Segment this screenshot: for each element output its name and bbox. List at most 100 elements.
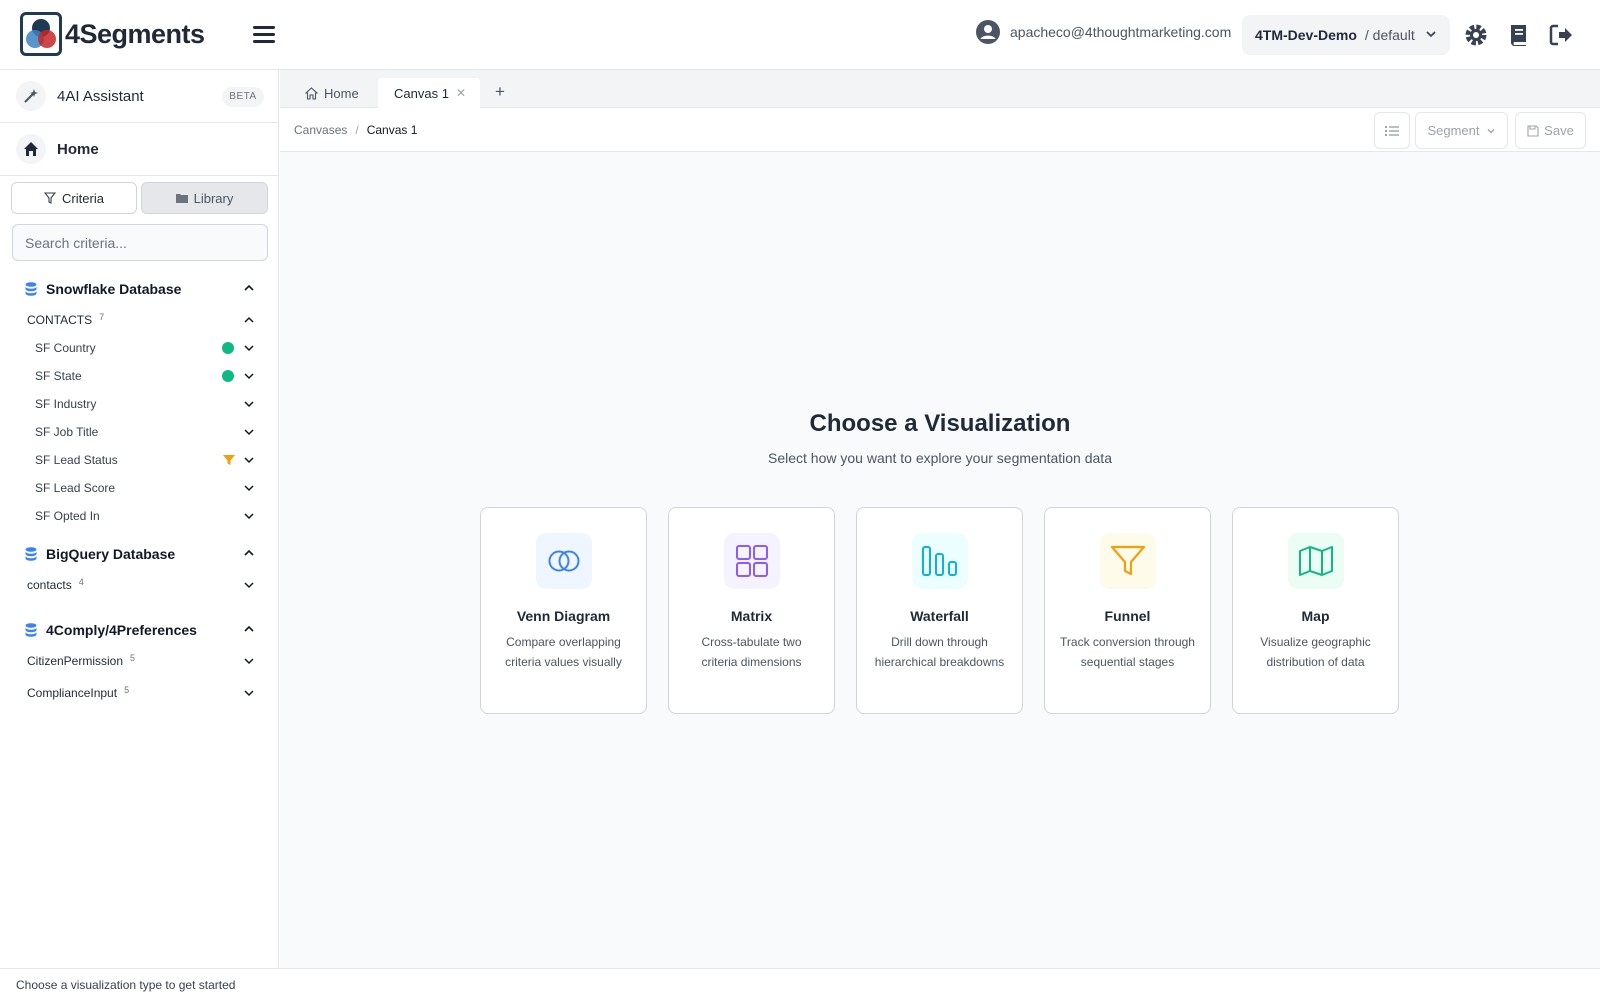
table-row-contacts[interactable]: CONTACTS 7 [27,310,255,330]
segment-dropdown[interactable]: Segment [1415,112,1508,149]
logo-mark-icon [20,12,62,56]
list-icon [1385,125,1399,136]
canvas-area: Choose a Visualization Select how you wa… [280,152,1600,968]
close-icon[interactable]: ✕ [456,86,466,100]
viz-card-title: Map [1301,608,1330,624]
add-tab-icon[interactable]: + [495,82,505,102]
user-email: apacheco@4thoughtmarketing.com [1010,24,1232,40]
chevron-down-icon [244,429,254,436]
tenant-selector[interactable]: 4TM-Dev-Demo / default [1242,15,1450,55]
sidebar-item-home[interactable]: Home [0,123,279,176]
gear-icon[interactable] [1463,22,1489,48]
chevron-down-icon [244,401,254,408]
canvas-toolbar: Canvases / Canvas 1 Segment Save [280,108,1600,152]
chevron-up-icon [244,316,254,323]
chevron-down-icon [1487,128,1494,133]
database-name: Snowflake Database [46,281,182,297]
viz-card-description: Drill down through hierarchical breakdow… [874,635,1005,669]
field-name: SF Country [35,341,96,355]
table-field-count: 7 [99,312,105,322]
funnel-icon [1100,533,1156,589]
viz-card-matrix[interactable]: Matrix Cross-tabulate two criteria dimen… [668,507,835,714]
breadcrumb-canvases[interactable]: Canvases [294,123,347,137]
field-row-sf-country[interactable]: SF Country [35,338,255,358]
field-row-sf-opted-in[interactable]: SF Opted In [35,506,255,526]
home-icon [305,86,318,100]
active-criteria-badge [222,370,234,382]
database-header-snowflake[interactable]: Snowflake Database [25,278,255,300]
field-name: SF Industry [35,397,97,411]
field-row-sf-lead-score[interactable]: SF Lead Score [35,478,255,498]
viz-card-title: Matrix [730,608,773,624]
table-row-contacts[interactable]: contacts 4 [27,575,255,595]
viz-card-description: Track conversion through sequential stag… [1060,635,1195,669]
library-tab-button[interactable]: Library [141,182,268,214]
field-name: SF Opted In [35,509,100,523]
field-name: SF State [35,369,82,383]
magic-wand-icon [16,81,46,111]
table-field-count: 5 [130,653,136,663]
viz-card-title: Waterfall [910,608,969,624]
filter-icon [223,455,235,465]
table-name: CONTACTS [27,313,93,327]
field-name: SF Job Title [35,425,99,439]
criteria-tab-button[interactable]: Criteria [11,182,137,214]
database-icon [25,282,37,296]
app-logo[interactable]: 4Segments [20,12,205,56]
tab-canvas-1[interactable]: Canvas 1 ✕ [378,78,480,109]
user-info[interactable]: apacheco@4thoughtmarketing.com [976,20,1231,44]
home-icon [16,134,46,164]
viz-card-title: Venn Diagram [516,608,611,624]
save-button[interactable]: Save [1515,112,1586,149]
table-row-complianceinput[interactable]: ComplianceInput 5 [27,683,255,703]
field-name: SF Lead Status [35,453,118,467]
field-row-sf-state[interactable]: SF State [35,366,255,386]
database-header-bigquery[interactable]: BigQuery Database [25,543,255,565]
canvas-tab-bar: Home Canvas 1 ✕ + [280,70,1600,109]
field-row-sf-industry[interactable]: SF Industry [35,394,255,414]
chevron-down-icon [244,513,254,520]
beta-badge: BETA [222,87,264,107]
sidebar-item-ai-assistant[interactable]: 4AI Assistant BETA [0,70,279,123]
tenant-name: 4TM-Dev-Demo [1255,27,1357,43]
viz-card-description: Compare overlapping criteria values visu… [505,635,622,669]
viz-card-map[interactable]: Map Visualize geographic distribution of… [1232,507,1399,714]
chevron-up-icon [244,284,254,291]
table-field-count: 4 [78,577,84,587]
chevron-up-icon [244,625,254,632]
database-name: BigQuery Database [46,546,176,562]
field-row-sf-job-title[interactable]: SF Job Title [35,422,255,442]
table-name: contacts [27,578,72,592]
chevron-down-icon [244,457,254,464]
status-bar: Choose a visualization type to get start… [0,968,1600,1000]
tab-home[interactable]: Home [305,78,381,108]
chevron-down-icon [244,658,254,665]
list-view-button[interactable] [1374,112,1410,149]
top-header: 4Segments apacheco@4thoughtmarketing.com… [0,0,1600,70]
folder-icon [175,193,188,203]
chevron-down-icon [1426,31,1436,38]
breadcrumb-separator: / [355,123,359,137]
database-name: 4Comply/4Preferences [46,622,197,638]
chevron-up-icon [244,549,254,556]
viz-card-funnel[interactable]: Funnel Track conversion through sequenti… [1044,507,1211,714]
menu-toggle-icon[interactable] [250,22,278,48]
viz-card-title: Funnel [1104,608,1151,624]
database-header-4comply[interactable]: 4Comply/4Preferences [25,619,255,641]
logout-icon[interactable] [1548,22,1574,48]
book-icon[interactable] [1506,22,1532,48]
viz-card-venn[interactable]: Venn Diagram Compare overlapping criteri… [480,507,647,714]
field-name: SF Lead Score [35,481,116,495]
viz-card-description: Cross-tabulate two criteria dimensions [701,635,802,669]
filter-icon [44,192,57,204]
save-icon [1527,124,1539,137]
viz-card-waterfall[interactable]: Waterfall Drill down through hierarchica… [856,507,1023,714]
user-avatar-icon [976,20,1000,44]
active-criteria-badge [222,342,234,354]
table-name: CitizenPermission [27,654,124,668]
field-row-sf-lead-status[interactable]: SF Lead Status [35,450,255,470]
page-title: Choose a Visualization [809,410,1071,437]
table-row-citizenpermission[interactable]: CitizenPermission 5 [27,651,255,671]
segment-label: Segment [1427,123,1480,138]
search-criteria-input[interactable] [12,224,268,261]
